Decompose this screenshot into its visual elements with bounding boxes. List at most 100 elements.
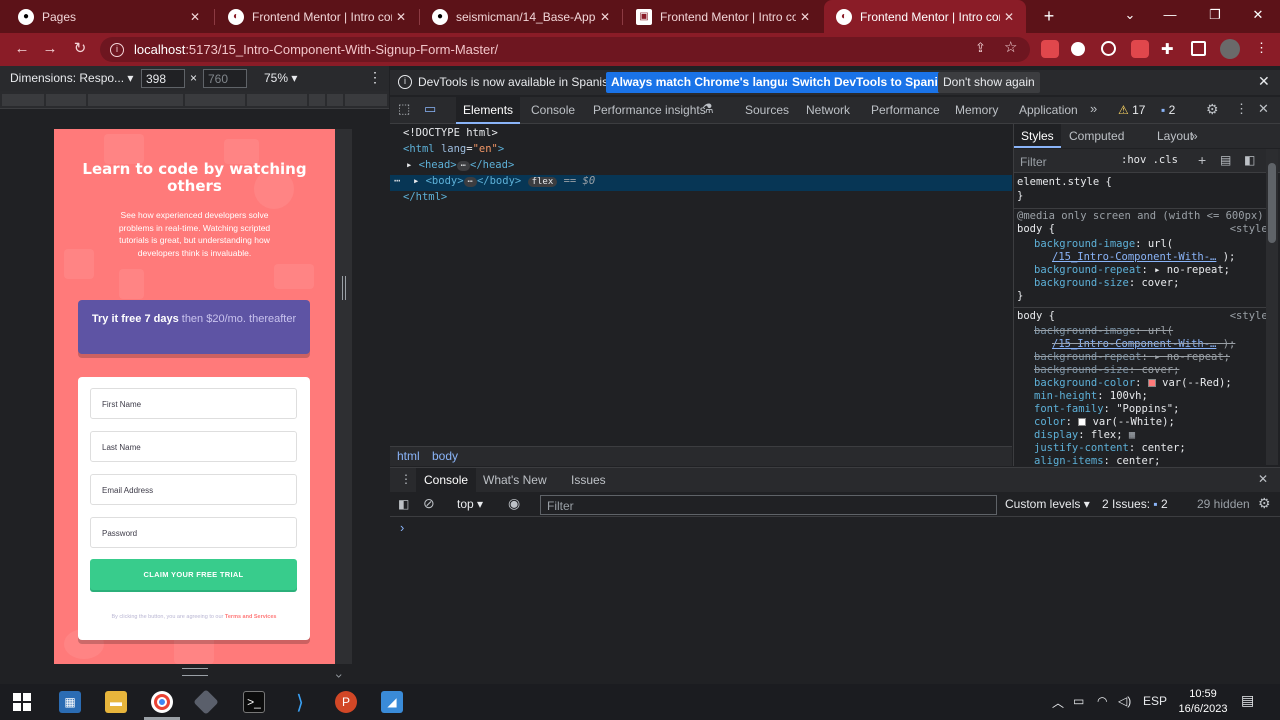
flex-editor-icon[interactable]: ▦ bbox=[1129, 429, 1135, 441]
console-sidebar-icon[interactable]: ◧ bbox=[398, 497, 409, 511]
email-input[interactable]: Email Address bbox=[90, 474, 297, 505]
tab-console[interactable]: Console bbox=[524, 97, 582, 124]
first-name-input[interactable]: First Name bbox=[90, 388, 297, 419]
reload-icon[interactable]: ↻ bbox=[70, 39, 90, 59]
css-declaration[interactable]: font-family: "Poppins"; bbox=[1034, 403, 1179, 415]
new-rule-plus-icon[interactable]: + bbox=[1198, 152, 1206, 168]
notifications-icon[interactable]: ▤ bbox=[1241, 692, 1254, 709]
rule-selector[interactable]: body { bbox=[1017, 310, 1055, 322]
drawer-tab-whats-new[interactable]: What's New bbox=[475, 468, 555, 493]
viewport-height-input[interactable]: 760 bbox=[203, 69, 247, 88]
css-declaration[interactable]: align-items: center; bbox=[1034, 455, 1160, 466]
close-devtools-icon[interactable]: ✕ bbox=[1258, 101, 1269, 117]
warnings-badge[interactable]: ⚠ 17 bbox=[1118, 103, 1145, 117]
console-output[interactable]: › bbox=[390, 517, 1280, 684]
styles-scrollbar[interactable] bbox=[1266, 149, 1278, 465]
profile-avatar[interactable] bbox=[1220, 39, 1240, 59]
close-tab-icon[interactable]: ✕ bbox=[596, 10, 614, 24]
log-levels-select[interactable]: Custom levels ▾ bbox=[1005, 497, 1090, 511]
console-filter-input[interactable]: Filter bbox=[540, 495, 997, 515]
maximize-button[interactable]: ❐ bbox=[1195, 0, 1235, 33]
media-query-segment[interactable] bbox=[46, 94, 86, 106]
css-declaration[interactable]: display: flex; ▦ bbox=[1034, 429, 1135, 441]
media-query-segment[interactable] bbox=[2, 94, 44, 106]
scrollbar-thumb[interactable] bbox=[1268, 163, 1276, 243]
extension-icon[interactable] bbox=[1041, 40, 1059, 58]
battery-icon[interactable]: ▭ bbox=[1073, 694, 1084, 708]
browser-tab-active[interactable]: ◐ Frontend Mentor | Intro com ✕ bbox=[824, 0, 1026, 33]
media-query-segment[interactable] bbox=[309, 94, 325, 106]
dom-head-node[interactable]: ▸ <head> ⋯ </head> bbox=[406, 159, 514, 171]
powerpoint-icon[interactable]: P bbox=[335, 691, 357, 713]
dom-html-node[interactable]: <html lang="en"> bbox=[403, 143, 504, 155]
share-icon[interactable]: ⇪ bbox=[975, 40, 986, 56]
browser-menu-icon[interactable]: ⋮ bbox=[1255, 40, 1268, 56]
css-declaration[interactable]: color: var(--White); bbox=[1034, 416, 1175, 428]
drawer-tab-issues[interactable]: Issues bbox=[563, 468, 614, 493]
console-settings-gear-icon[interactable]: ⚙ bbox=[1258, 495, 1271, 512]
vscode-icon[interactable]: ⟩ bbox=[289, 691, 311, 714]
resize-handle-bottom[interactable] bbox=[182, 668, 208, 676]
resize-handle-right[interactable] bbox=[342, 276, 346, 300]
issues-counter[interactable]: 2 Issues: ▪ 2 bbox=[1102, 497, 1168, 511]
css-declaration[interactable]: background-size: cover; bbox=[1034, 277, 1179, 289]
bookmark-star-icon[interactable]: ☆ bbox=[1004, 38, 1017, 56]
claim-trial-button[interactable]: CLAIM YOUR FREE TRIAL bbox=[90, 559, 297, 590]
tab-network[interactable]: Network bbox=[799, 97, 857, 124]
address-bar[interactable]: i localhost:5173/15_Intro-Component-With… bbox=[100, 37, 1030, 62]
browser-tab-frontend-mentor-1[interactable]: ◐ Frontend Mentor | Intro comp ✕ bbox=[216, 0, 418, 33]
css-declaration-overridden[interactable]: background-repeat: ▸ no-repeat; bbox=[1034, 351, 1230, 363]
settings-gear-icon[interactable]: ⚙ bbox=[1206, 101, 1219, 118]
extensions-puzzle-icon[interactable]: ✚ bbox=[1161, 40, 1174, 58]
live-expression-eye-icon[interactable]: ◉ bbox=[508, 495, 520, 512]
css-declaration-overridden[interactable]: background-size: cover; bbox=[1034, 364, 1179, 376]
color-swatch[interactable] bbox=[1078, 418, 1087, 426]
css-declaration[interactable]: background-repeat: ▸ no-repeat; bbox=[1034, 264, 1230, 276]
extension-icon[interactable] bbox=[1071, 42, 1085, 56]
paint-icon[interactable]: ▤ bbox=[1220, 153, 1231, 167]
inspect-element-icon[interactable]: ⬚ bbox=[398, 101, 410, 117]
more-subtabs-chevron-icon[interactable]: » bbox=[1184, 124, 1205, 148]
media-query-segment[interactable] bbox=[88, 94, 183, 106]
switch-spanish-button[interactable]: Switch DevTools to Spanish bbox=[787, 72, 957, 93]
tray-overflow-chevron-icon[interactable]: ︿ bbox=[1052, 694, 1064, 711]
drawer-menu-icon[interactable]: ⋮ bbox=[400, 472, 412, 486]
dom-body-node-selected[interactable]: ⋯ ▸ <body> ⋯ </body> flex == $0 bbox=[390, 175, 1012, 191]
css-declaration-overridden[interactable]: background-image: url( bbox=[1034, 325, 1173, 337]
browser-tab-frontend-mentor-2[interactable]: ▣ Frontend Mentor | Intro comp ✕ bbox=[624, 0, 822, 33]
sidebar-toggle-icon[interactable]: ◧ bbox=[1244, 153, 1255, 167]
media-query-segment[interactable] bbox=[247, 94, 307, 106]
tab-memory[interactable]: Memory bbox=[948, 97, 1005, 124]
css-declaration[interactable]: background-image: url( bbox=[1034, 238, 1173, 250]
side-panel-icon[interactable] bbox=[1191, 41, 1206, 56]
tab-performance[interactable]: Performance bbox=[864, 97, 947, 124]
close-infobar-icon[interactable]: ✕ bbox=[1258, 73, 1270, 90]
tab-performance-insights[interactable]: Performance insights bbox=[586, 97, 713, 124]
color-swatch[interactable] bbox=[1147, 379, 1156, 387]
dimensions-select[interactable]: Dimensions: Respo... ▾ bbox=[10, 71, 133, 85]
extension-icon[interactable] bbox=[1101, 41, 1116, 56]
system-clock[interactable]: 10:59 16/6/2023 bbox=[1168, 687, 1238, 717]
context-select[interactable]: top ▾ bbox=[457, 497, 483, 511]
tab-application[interactable]: Application bbox=[1012, 97, 1085, 124]
last-name-input[interactable]: Last Name bbox=[90, 431, 297, 462]
photos-icon[interactable]: ◢ bbox=[381, 691, 403, 713]
device-toggle-icon[interactable]: ▭ bbox=[424, 101, 436, 117]
extension-icon[interactable] bbox=[1131, 40, 1149, 58]
wifi-icon[interactable]: ◠ bbox=[1097, 694, 1107, 708]
media-query-segment[interactable] bbox=[327, 94, 343, 106]
calculator-icon[interactable]: ▦ bbox=[59, 691, 81, 713]
tab-sources[interactable]: Sources bbox=[738, 97, 796, 124]
browser-tab-pages[interactable]: ● Pages ✕ bbox=[6, 0, 212, 33]
breadcrumb-html[interactable]: html bbox=[397, 449, 420, 463]
chrome-icon[interactable] bbox=[151, 691, 173, 713]
tab-styles[interactable]: Styles bbox=[1014, 124, 1061, 148]
media-query-segment[interactable] bbox=[345, 94, 387, 106]
match-language-button[interactable]: Always match Chrome's language bbox=[606, 72, 811, 93]
close-tab-icon[interactable]: ✕ bbox=[392, 10, 410, 24]
dont-show-again-button[interactable]: Don't show again bbox=[938, 72, 1040, 93]
css-declaration[interactable]: justify-content: center; bbox=[1034, 442, 1186, 454]
close-tab-icon[interactable]: ✕ bbox=[796, 10, 814, 24]
device-toolbar-menu-icon[interactable]: ⋮ bbox=[368, 69, 382, 86]
tab-computed[interactable]: Computed bbox=[1062, 124, 1131, 148]
